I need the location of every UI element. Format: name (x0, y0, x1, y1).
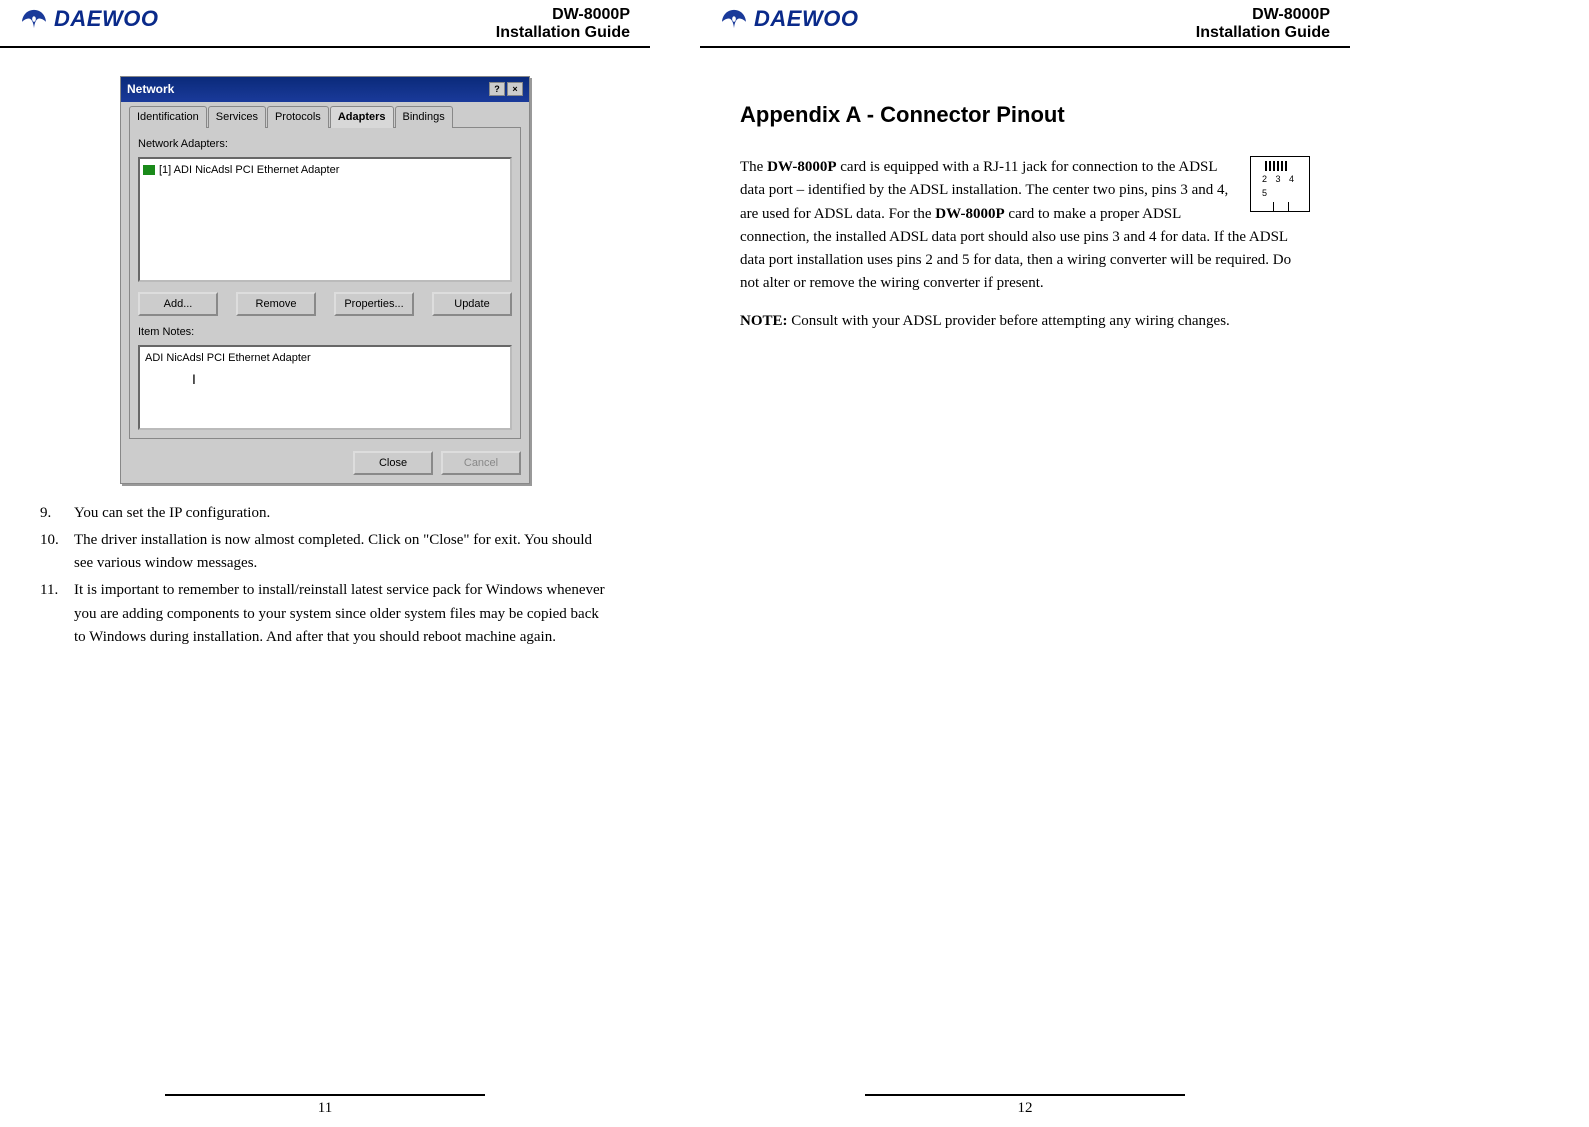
brand-logo: DAEWOO (20, 6, 158, 32)
model-ref: DW-8000P (767, 159, 836, 175)
brand-logo: DAEWOO (720, 6, 858, 32)
add-button[interactable]: Add... (138, 292, 218, 316)
note-text: Consult with your ADSL provider before a… (788, 313, 1230, 329)
brand-name: DAEWOO (54, 6, 158, 32)
list-item: 10. The driver installation is now almos… (40, 529, 610, 576)
titlebar-controls: ? × (489, 82, 523, 96)
daewoo-swirl-icon (20, 8, 48, 30)
page-footer: 12 (700, 1094, 1350, 1117)
page-header: DAEWOO DW-8000P Installation Guide (700, 0, 1350, 48)
adapters-pane: Network Adapters: [1] ADI NicAdsl PCI Et… (129, 127, 521, 439)
model-name: DW-8000P (496, 6, 630, 24)
rj11-pins-icon (1265, 161, 1287, 171)
doc-subtitle: Installation Guide (496, 24, 630, 42)
tab-protocols[interactable]: Protocols (267, 106, 329, 128)
page-header: DAEWOO DW-8000P Installation Guide (0, 0, 650, 48)
model-ref: DW-8000P (935, 206, 1004, 222)
tab-identification[interactable]: Identification (129, 106, 207, 128)
page-footer: 11 (0, 1094, 650, 1117)
ibeam-cursor-icon: I (192, 369, 196, 391)
rj11-pin-labels: 2 3 4 5 (1262, 173, 1309, 201)
rj11-connector-figure: 2 3 4 5 (1250, 156, 1310, 212)
step-number: 9. (40, 502, 74, 525)
tab-strip: Identification Services Protocols Adapte… (129, 106, 521, 128)
note-paragraph: NOTE: Consult with your ADSL provider be… (740, 310, 1310, 333)
dialog-window: Network ? × Identification Services Prot… (120, 76, 530, 484)
network-dialog-screenshot: Network ? × Identification Services Prot… (120, 76, 530, 484)
item-notes-label: Item Notes: (138, 324, 512, 341)
list-item: 11. It is important to remember to insta… (40, 579, 610, 649)
adapters-listbox[interactable]: [1] ADI NicAdsl PCI Ethernet Adapter (138, 157, 512, 282)
page-11: DAEWOO DW-8000P Installation Guide Netwo… (0, 0, 650, 1127)
update-button[interactable]: Update (432, 292, 512, 316)
model-name: DW-8000P (1196, 6, 1330, 24)
notes-value: ADI NicAdsl PCI Ethernet Adapter (145, 352, 311, 364)
cancel-button[interactable]: Cancel (441, 451, 521, 475)
list-item: 9. You can set the IP configuration. (40, 502, 610, 525)
remove-button[interactable]: Remove (236, 292, 316, 316)
nic-icon (143, 165, 155, 175)
step-number: 10. (40, 529, 74, 576)
item-notes-field[interactable]: ADI NicAdsl PCI Ethernet Adapter I (138, 345, 512, 430)
tab-bindings[interactable]: Bindings (395, 106, 453, 128)
step-number: 11. (40, 579, 74, 649)
paragraph-1: The DW-8000P card is equipped with a RJ-… (740, 156, 1310, 296)
rj11-notch-icon (1273, 202, 1289, 212)
header-title-block: DW-8000P Installation Guide (496, 6, 630, 42)
daewoo-swirl-icon (720, 8, 748, 30)
adapter-name: [1] ADI NicAdsl PCI Ethernet Adapter (159, 162, 339, 179)
step-text: The driver installation is now almost co… (74, 529, 610, 576)
step-text: You can set the IP configuration. (74, 502, 610, 525)
tab-services[interactable]: Services (208, 106, 266, 128)
brand-name: DAEWOO (754, 6, 858, 32)
adapters-label: Network Adapters: (138, 136, 512, 153)
dialog-title: Network (127, 80, 174, 99)
header-title-block: DW-8000P Installation Guide (1196, 6, 1330, 42)
tab-adapters[interactable]: Adapters (330, 106, 394, 128)
page-12-content: Appendix A - Connector Pinout 2 3 4 5 Th… (700, 48, 1350, 367)
page-number: 12 (1018, 1100, 1033, 1116)
appendix-title: Appendix A - Connector Pinout (740, 98, 1310, 132)
instruction-list: 9. You can set the IP configuration. 10.… (40, 502, 610, 650)
page-number: 11 (318, 1100, 332, 1116)
note-label: NOTE: (740, 313, 788, 329)
properties-button[interactable]: Properties... (334, 292, 414, 316)
doc-subtitle: Installation Guide (1196, 24, 1330, 42)
dialog-titlebar: Network ? × (121, 77, 529, 102)
step-text: It is important to remember to install/r… (74, 579, 610, 649)
page-11-content: Network ? × Identification Services Prot… (0, 48, 650, 673)
page-12: DAEWOO DW-8000P Installation Guide Appen… (700, 0, 1350, 1127)
close-icon[interactable]: × (507, 82, 523, 96)
help-icon[interactable]: ? (489, 82, 505, 96)
list-item[interactable]: [1] ADI NicAdsl PCI Ethernet Adapter (143, 162, 507, 179)
close-button[interactable]: Close (353, 451, 433, 475)
